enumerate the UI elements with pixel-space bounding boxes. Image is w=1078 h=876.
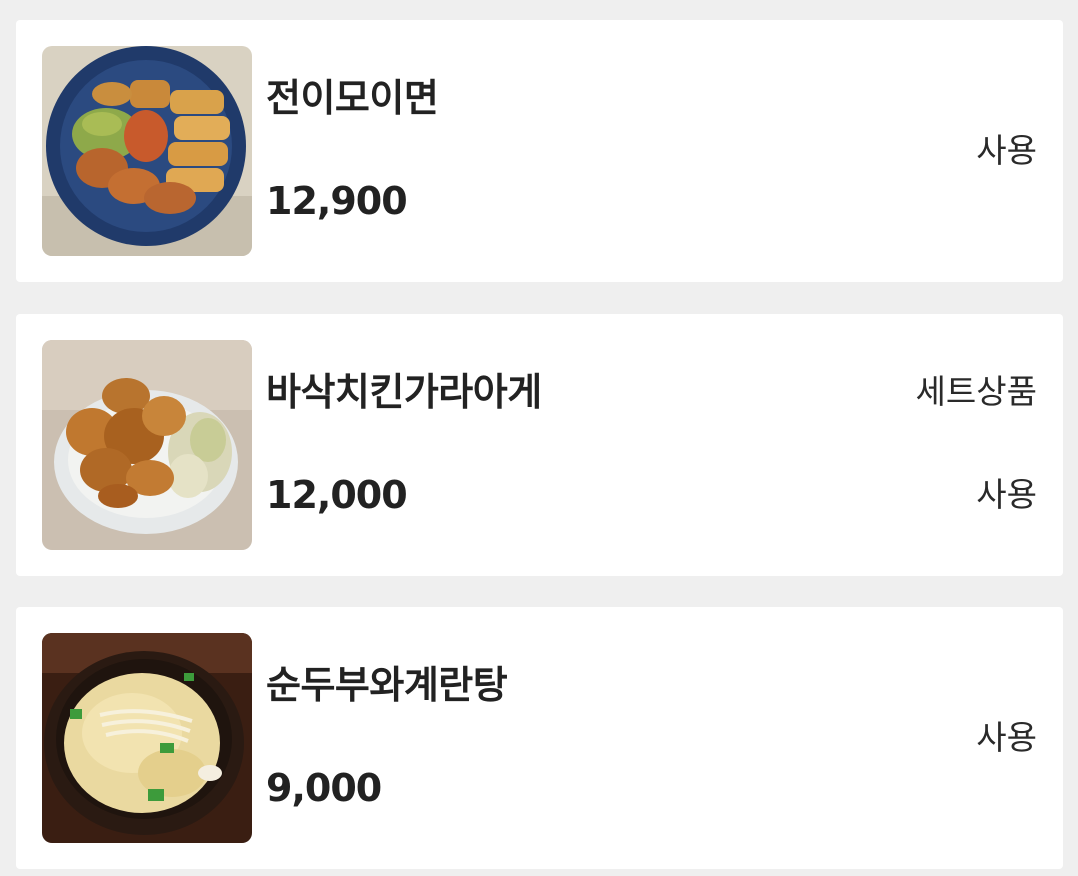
- set-product-tag: 세트상품: [915, 372, 1037, 411]
- menu-item-status[interactable]: 사용: [976, 469, 1037, 521]
- fried-jeon-platter-image: [42, 46, 252, 256]
- menu-item-status[interactable]: 사용: [976, 125, 1037, 177]
- menu-item-status[interactable]: 사용: [976, 712, 1037, 764]
- menu-item-name: 순두부와계란탕: [266, 663, 508, 707]
- tofu-egg-soup-image: [42, 633, 252, 843]
- menu-item-name: 바삭치킨가라아게: [266, 370, 542, 414]
- menu-item-price: 12,000: [266, 473, 408, 517]
- menu-item-name: 전이모이면: [266, 76, 439, 120]
- menu-item-price: 9,000: [266, 766, 382, 810]
- menu-item-price: 12,900: [266, 179, 408, 223]
- menu-item-card[interactable]: 순두부와계란탕 9,000 사용: [16, 607, 1063, 869]
- menu-item-card[interactable]: 바삭치킨가라아게 세트상품 12,000 사용: [16, 314, 1063, 576]
- chicken-karaage-image: [42, 340, 252, 550]
- menu-item-card[interactable]: 전이모이면 12,900 사용: [16, 20, 1063, 282]
